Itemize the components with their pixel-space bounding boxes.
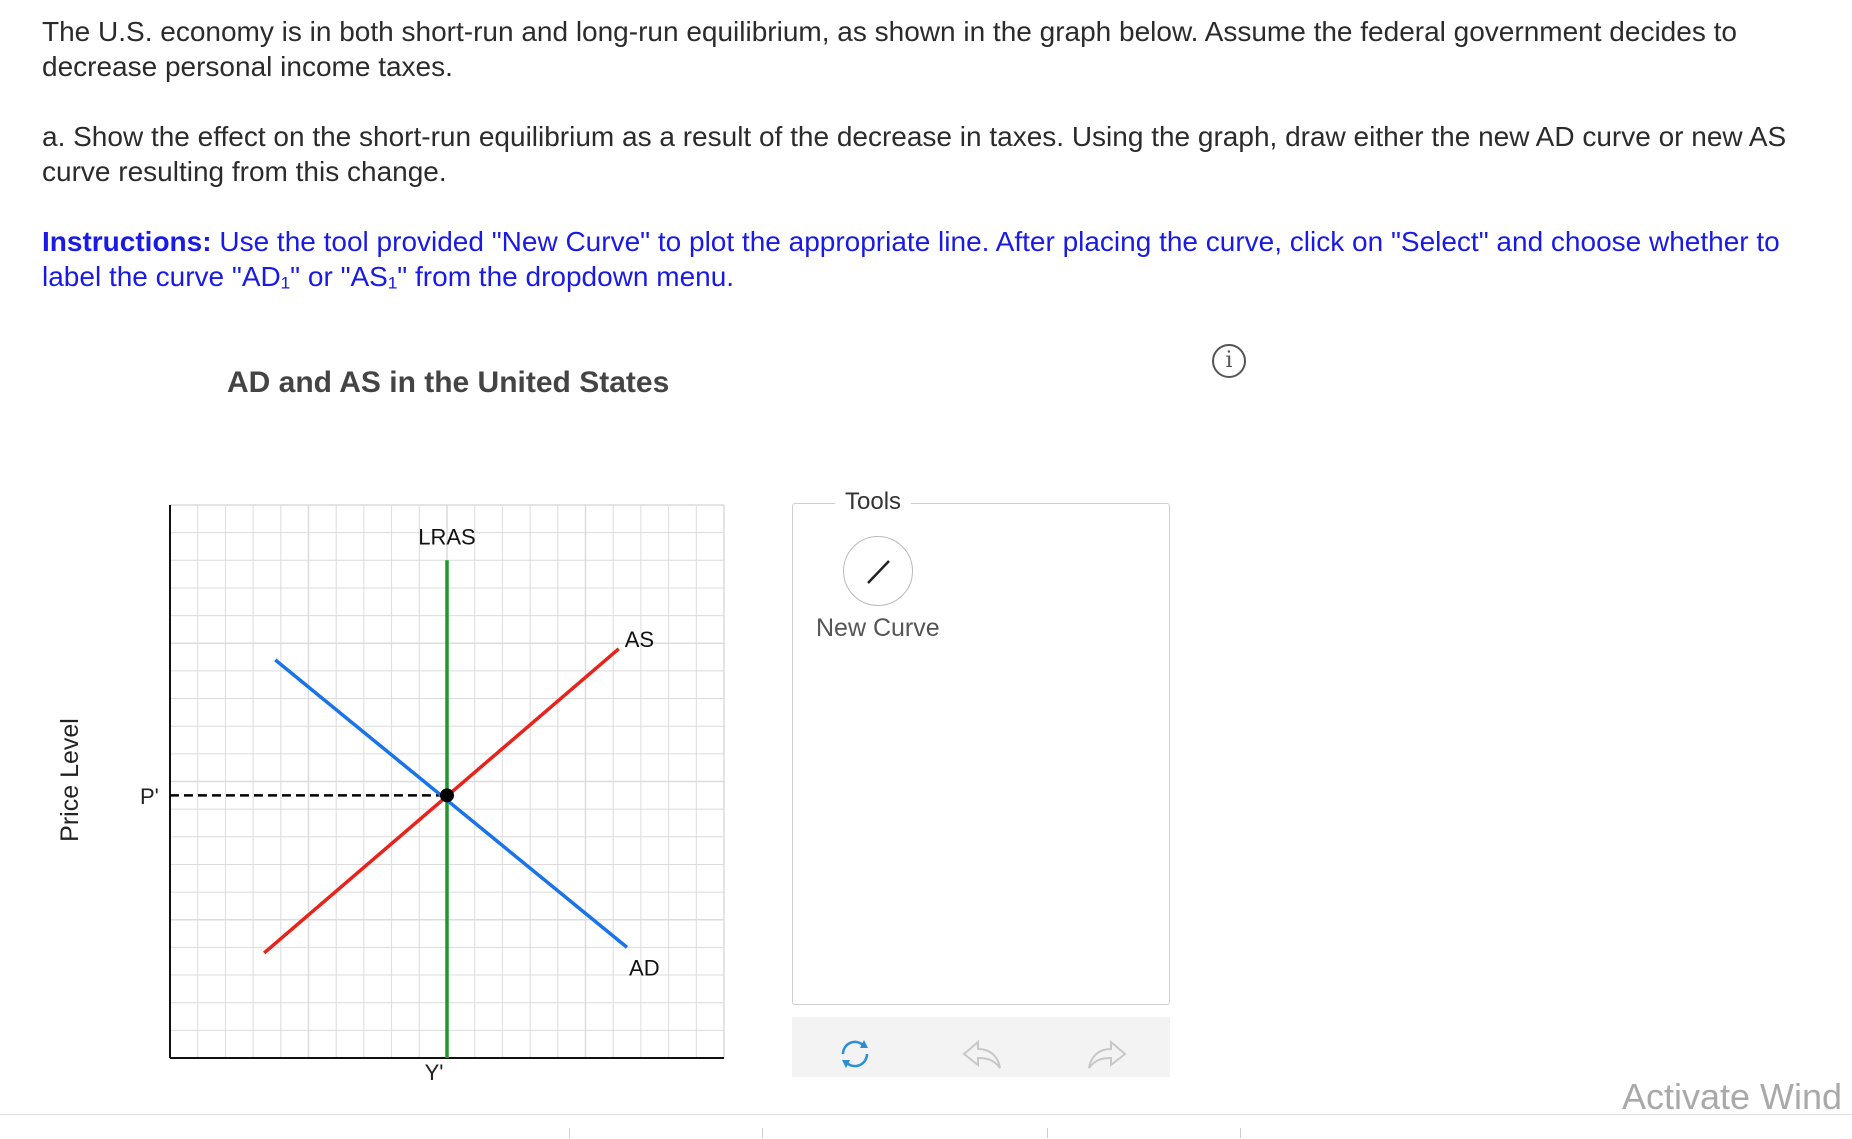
instructions-label: Instructions: xyxy=(42,226,212,257)
instructions-text: Use the tool provided "New Curve" to plo… xyxy=(42,226,1780,292)
activate-windows-watermark: Activate Wind xyxy=(1622,1076,1843,1117)
ad-as-graph[interactable]: LRAS AS AD Price Level P' Y' xyxy=(40,480,740,1080)
equilibrium-point xyxy=(440,788,454,803)
p-label: P' xyxy=(140,784,159,809)
bottom-divider xyxy=(1047,1128,1048,1138)
refresh-icon[interactable] xyxy=(833,1036,877,1072)
lras-label: LRAS xyxy=(418,524,475,549)
question-intro: The U.S. economy is in both short-run an… xyxy=(42,16,1737,82)
info-icon[interactable]: i xyxy=(1212,344,1246,378)
new-curve-tool-button[interactable] xyxy=(843,536,913,606)
y-axis-label: Price Level xyxy=(56,718,84,842)
bottom-bar xyxy=(0,1114,1852,1139)
question-part-a: a. Show the effect on the short-run equi… xyxy=(42,121,1787,187)
line-tool-icon xyxy=(867,560,890,584)
bottom-divider xyxy=(762,1128,763,1138)
bottom-divider xyxy=(1240,1128,1241,1138)
y-prime-label: Y' xyxy=(425,1060,444,1080)
new-curve-label[interactable]: New Curve xyxy=(816,614,940,643)
as-label: AS xyxy=(625,627,654,652)
undo-icon[interactable] xyxy=(960,1036,1004,1072)
question-text: The U.S. economy is in both short-run an… xyxy=(42,14,1832,329)
tools-legend: Tools xyxy=(835,488,912,516)
redo-icon[interactable] xyxy=(1085,1036,1129,1072)
ad-label: AD xyxy=(629,955,660,980)
bottom-divider xyxy=(569,1128,570,1138)
instructions: Instructions: Use the tool provided "New… xyxy=(42,224,1832,294)
ad-curve xyxy=(274,658,629,949)
chart-title: AD and AS in the United States xyxy=(227,366,670,399)
